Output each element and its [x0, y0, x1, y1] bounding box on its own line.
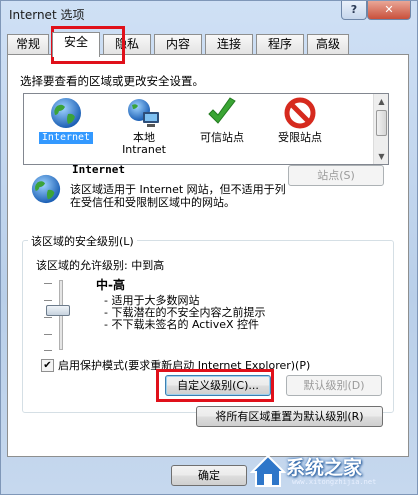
slider-tick [44, 283, 52, 284]
tab-advanced[interactable]: 高级 [307, 34, 349, 55]
ok-button[interactable]: 确定 [171, 465, 247, 486]
slider-tick [44, 350, 52, 351]
zone-list-scrollbar[interactable]: ▲ ▼ [373, 94, 388, 164]
window-title: Internet 选项 [9, 8, 85, 22]
zone-label: Internet [38, 132, 94, 144]
tab-connections[interactable]: 连接 [205, 34, 253, 55]
intranet-icon [128, 99, 159, 127]
zone-description: 该区域适用于 Internet 网站，但不适用于列在受信任和受限制区域中的网站。 [70, 183, 286, 209]
slider-tick [44, 334, 52, 335]
security-level-group-title: 该区域的安全级别(L) [28, 233, 137, 249]
protected-mode-row: ✔ 启用保护模式(要求重新启动 Internet Explorer)(P) [41, 357, 310, 373]
security-level-name: 中-高 [96, 278, 125, 292]
zone-label: 可信站点 [200, 131, 244, 144]
globe-icon [31, 174, 61, 204]
internet-options-dialog: Internet 选项 ? ✕ 常规 安全 隐私 内容 连接 程序 高级 选择要… [0, 0, 418, 495]
zone-instruction: 选择要查看的区域或更改安全设置。 [20, 74, 204, 88]
tab-programs[interactable]: 程序 [256, 34, 304, 55]
close-button[interactable]: ✕ [367, 1, 411, 20]
scroll-down-arrow-icon[interactable]: ▼ [374, 149, 389, 164]
default-level-button[interactable]: 默认级别(D) [286, 375, 382, 396]
zone-label: 受限站点 [278, 131, 322, 144]
scroll-up-arrow-icon[interactable]: ▲ [374, 94, 389, 109]
tab-general[interactable]: 常规 [7, 34, 49, 55]
tab-security[interactable]: 安全 [52, 32, 100, 57]
help-button[interactable]: ? [341, 1, 367, 20]
watermark-subtext: www.xitongzhijia.net [292, 478, 377, 486]
slider-tick [44, 317, 52, 318]
globe-icon [51, 98, 81, 128]
zone-list[interactable]: Internet 本地 Intranet 可信站点 受限站点 ▲ ▼ [23, 93, 389, 165]
zone-name: Internet [72, 163, 125, 176]
watermark: 系统之家 www.xitongzhijia.net [248, 445, 418, 495]
protected-mode-label: 启用保护模式(要求重新启动 Internet Explorer)(P) [58, 359, 311, 372]
restricted-icon [284, 97, 316, 129]
security-level-slider[interactable] [46, 305, 70, 316]
slider-tick [44, 300, 52, 301]
zone-trusted-sites[interactable]: 可信站点 [186, 96, 258, 144]
house-logo-icon [249, 454, 287, 487]
scroll-thumb[interactable] [376, 110, 387, 136]
title-bar: Internet 选项 ? ✕ [1, 1, 417, 27]
sites-button[interactable]: 站点(S) [288, 165, 384, 186]
zone-internet[interactable]: Internet [30, 96, 102, 144]
allowed-levels-text: 该区域的允许级别: 中到高 [36, 259, 165, 272]
zone-restricted-sites[interactable]: 受限站点 [264, 96, 336, 144]
watermark-text: 系统之家 [286, 457, 363, 479]
security-tab-panel: 选择要查看的区域或更改安全设置。 Internet 本地 Intranet 可信… [7, 54, 409, 457]
security-level-description: 适用于大多数网站 下载潜在的不安全内容之前提示 不下载未签名的 ActiveX … [104, 295, 265, 331]
protected-mode-checkbox[interactable]: ✔ [41, 358, 54, 372]
zone-label: 本地 Intranet [122, 131, 166, 156]
zone-local-intranet[interactable]: 本地 Intranet [108, 96, 180, 156]
tab-content[interactable]: 内容 [154, 34, 202, 55]
reset-all-zones-button[interactable]: 将所有区域重置为默认级别(R) [196, 406, 383, 427]
tab-privacy[interactable]: 隐私 [103, 34, 151, 55]
list-item: 不下载未签名的 ActiveX 控件 [104, 319, 265, 331]
trusted-check-icon [208, 97, 236, 124]
custom-level-button[interactable]: 自定义级别(C)... [165, 375, 271, 396]
